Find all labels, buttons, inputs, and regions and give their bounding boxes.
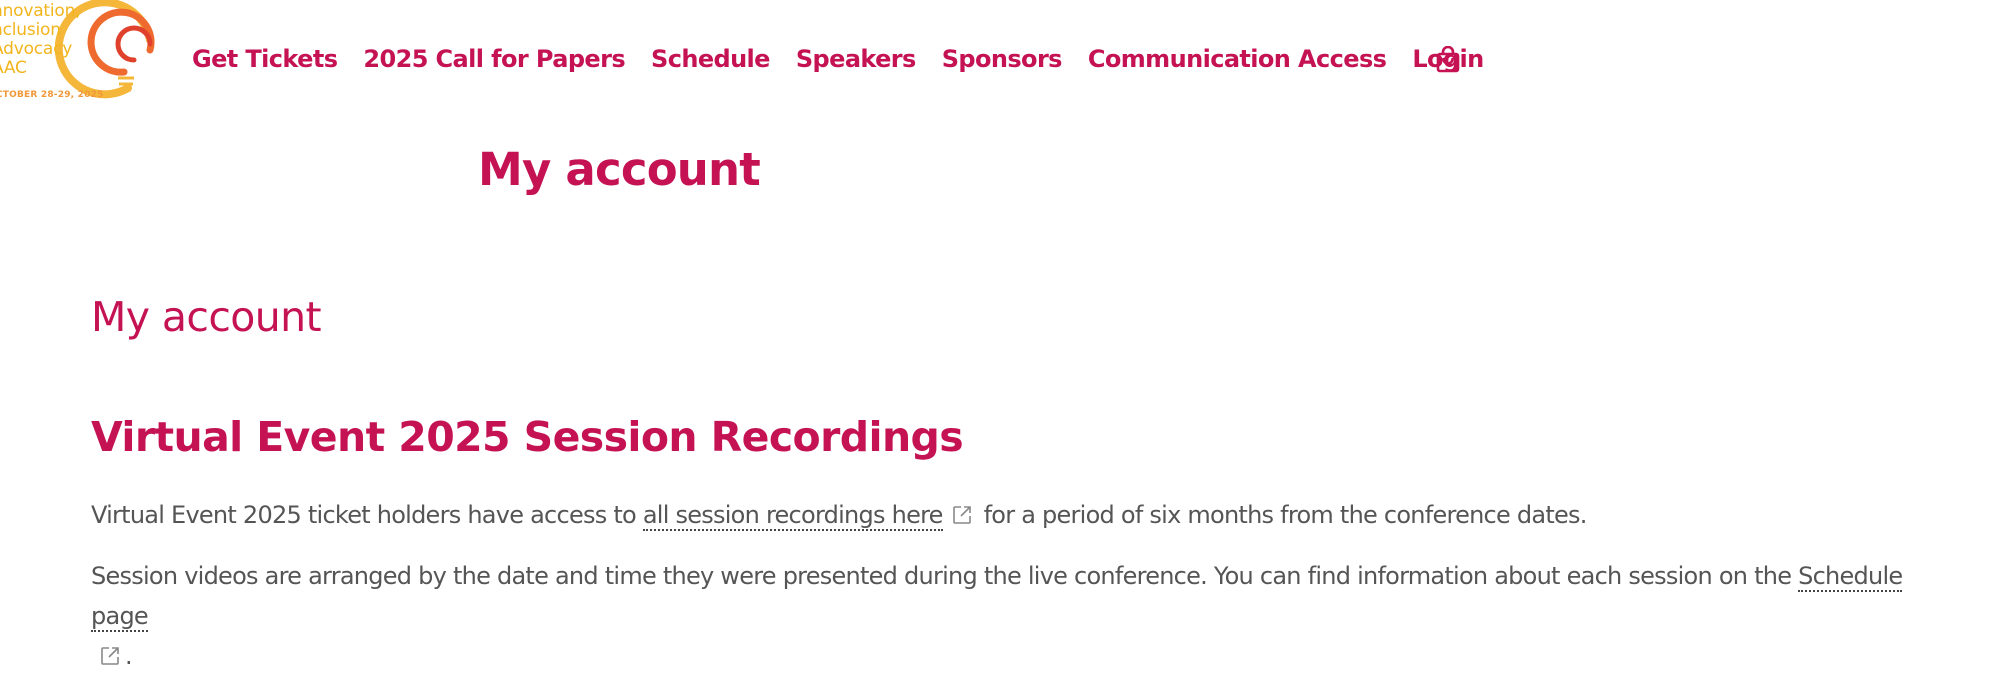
main-nav: Get Tickets 2025 Call for Papers Schedul… [192,44,1510,74]
shopping-bag-icon [1436,45,1460,73]
logo-line: AAC [0,58,27,78]
logo-tagline: nnovation, nclusion Advocacy AAC [0,1,81,78]
session-recordings-link[interactable]: all session recordings here [642,501,944,531]
logo-date: CTOBER 28-29, 2025 [0,90,104,100]
para1-text-after: for a period of six months from the conf… [976,501,1588,529]
nav-get-tickets[interactable]: Get Tickets [192,45,338,73]
session-recordings-link-text: all session recordings here [642,501,944,529]
site-logo[interactable]: nnovation, nclusion Advocacy AAC CTOBER … [0,0,172,104]
account-subtitle: My account [91,293,322,341]
logo-line: nnovation, [0,1,81,21]
para2-text-before: Session videos are arranged by the date … [91,562,1799,590]
nav-speakers[interactable]: Speakers [796,45,916,73]
nav-communication-access[interactable]: Communication Access [1088,45,1387,73]
para1-text-before: Virtual Event 2025 ticket holders have a… [91,501,643,529]
page-title: My account [478,143,761,196]
logo-line: Advocacy [0,39,73,59]
para2-text-after: . [125,642,133,670]
nav-schedule[interactable]: Schedule [651,45,770,73]
external-link-icon [101,647,119,665]
cart-button[interactable] [1435,45,1461,74]
nav-call-for-papers[interactable]: 2025 Call for Papers [363,45,625,73]
schedule-paragraph: Session videos are arranged by the date … [91,556,1951,676]
nav-sponsors[interactable]: Sponsors [942,45,1063,73]
recordings-paragraph: Virtual Event 2025 ticket holders have a… [91,495,1587,535]
section-title: Virtual Event 2025 Session Recordings [91,413,964,461]
external-link-icon [952,506,971,524]
logo-line: nclusion [0,20,61,40]
